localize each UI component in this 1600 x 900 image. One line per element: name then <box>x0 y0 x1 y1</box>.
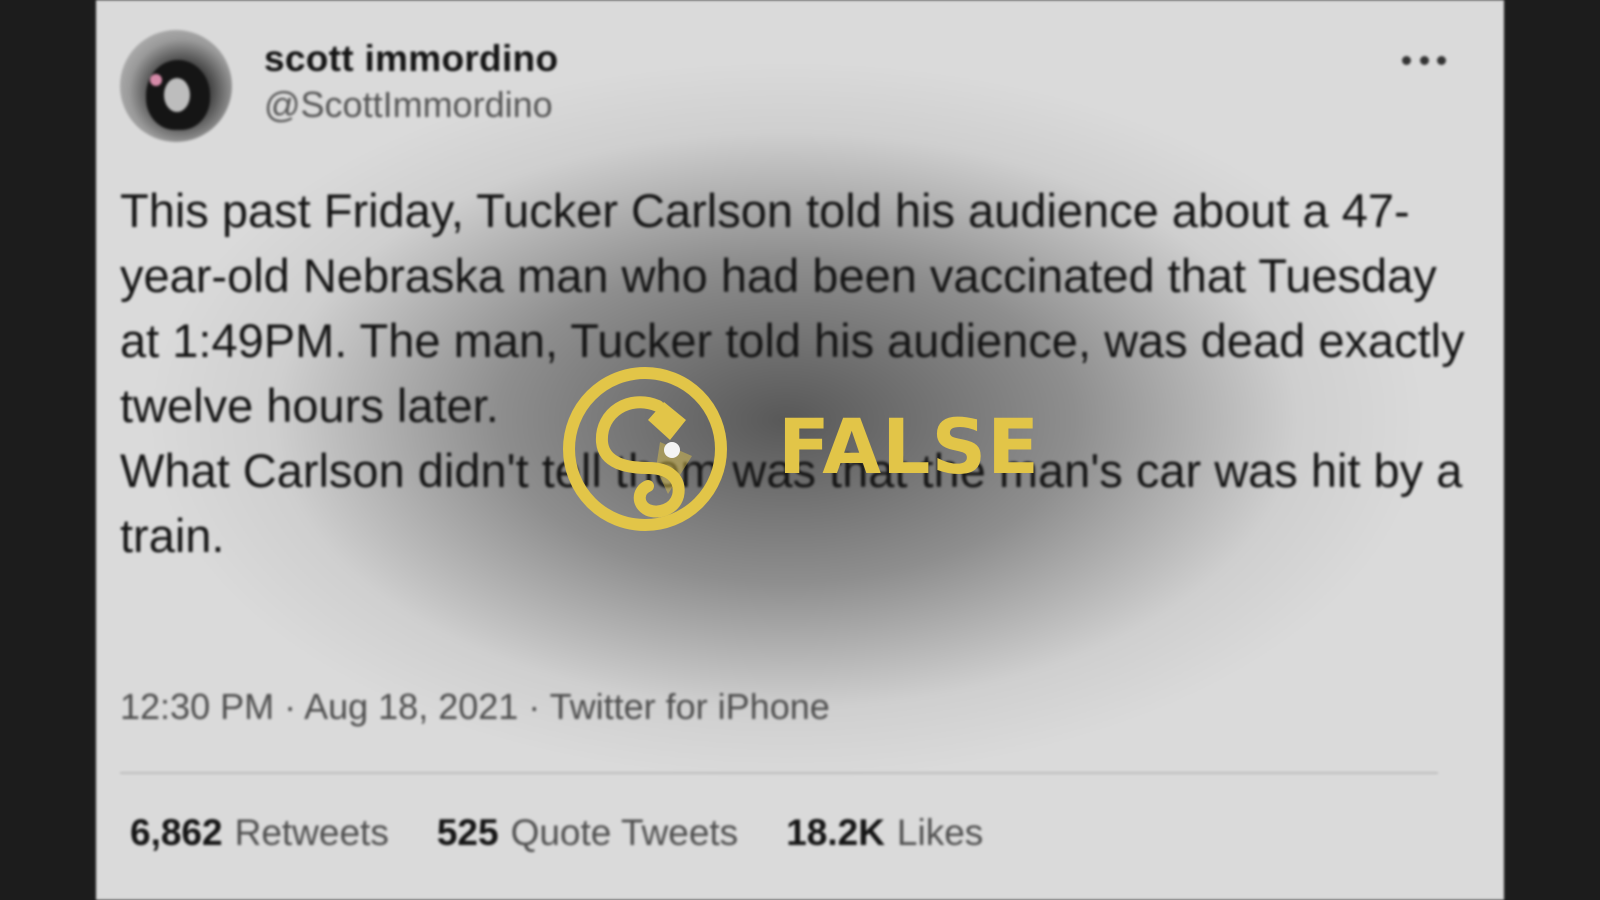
tweet-paragraph: What Carlson didn't tell them was that t… <box>120 444 1463 562</box>
tweet-text: This past Friday, Tucker Carlson told hi… <box>120 178 1480 568</box>
more-options-icon[interactable] <box>1402 50 1446 70</box>
tweet-paragraph: This past Friday, Tucker Carlson told hi… <box>120 184 1465 432</box>
user-handle[interactable]: @ScottImmordino <box>264 84 553 126</box>
likes-stat[interactable]: 18.2K Likes <box>786 812 983 854</box>
screenshot-frame: scott immordino @ScottImmordino This pas… <box>0 0 1600 900</box>
retweets-label: Retweets <box>234 812 389 853</box>
likes-label: Likes <box>896 812 984 853</box>
tweet-meta[interactable]: 12:30 PM · Aug 18, 2021 · Twitter for iP… <box>120 686 830 728</box>
divider <box>120 772 1438 774</box>
more-dot <box>1437 55 1446 65</box>
tweet-card: scott immordino @ScottImmordino This pas… <box>96 0 1504 900</box>
avatar-face <box>164 78 190 112</box>
likes-count: 18.2K <box>786 812 885 853</box>
more-dot <box>1402 55 1411 65</box>
tweet-stats: 6,862 Retweets 525 Quote Tweets 18.2K Likes <box>130 812 983 854</box>
display-name[interactable]: scott immordino <box>264 38 558 80</box>
quote-tweets-label: Quote Tweets <box>510 812 739 853</box>
quote-tweets-count: 525 <box>436 812 499 853</box>
retweets-count: 6,862 <box>130 812 223 853</box>
quote-tweets-stat[interactable]: 525 Quote Tweets <box>437 812 738 854</box>
retweets-stat[interactable]: 6,862 Retweets <box>130 812 389 854</box>
avatar-flower <box>150 74 162 86</box>
more-dot <box>1419 55 1429 65</box>
avatar[interactable] <box>120 30 232 142</box>
